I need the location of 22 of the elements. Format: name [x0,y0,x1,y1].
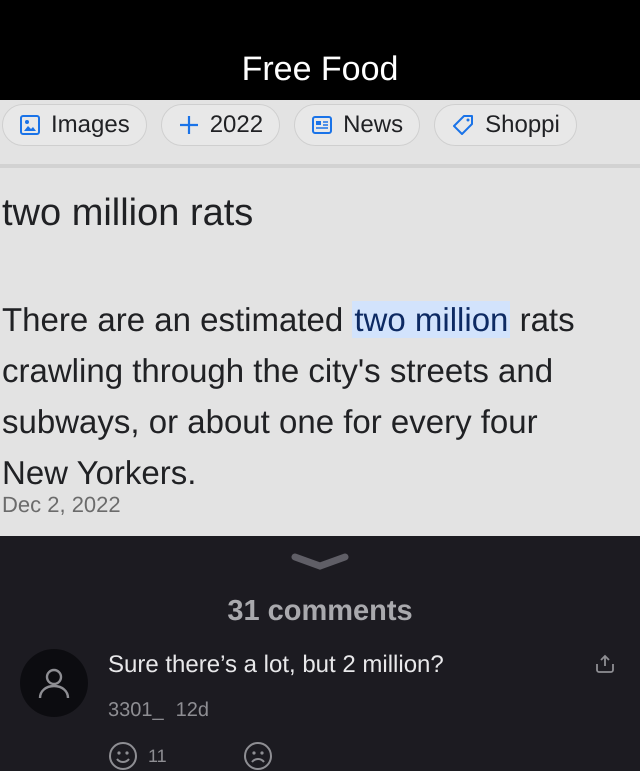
filter-chip[interactable]: 2022 [160,104,280,146]
comment-age: 12d [176,698,209,723]
newspaper-icon [311,114,334,136]
result-date: Dec 2, 2022 [2,494,122,516]
tag-icon [451,113,476,138]
comment-author[interactable]: 3301_ [108,695,164,725]
frown-icon[interactable] [242,741,273,771]
share-icon[interactable] [594,653,616,675]
user-icon [37,666,71,700]
comment-text: Sure there’s a lot, but 2 million? [108,650,444,680]
result-snippet: There are an estimated two million rats crawling through the city's streets and subways, or about one for every four New Yorkers. [2,300,576,493]
like-count: 11 [148,744,167,768]
plus-icon [178,114,200,136]
filter-chip[interactable]: Shoppi [434,104,577,146]
filter-chip[interactable]: Images [2,104,147,146]
image-icon [19,114,41,136]
comments-count: 31 comments [227,594,413,628]
result-heading: two million rats [2,191,254,236]
collapse-handle-icon[interactable] [291,552,349,572]
post-title: Free Food [242,52,398,86]
filter-chip[interactable]: News [294,104,420,146]
smile-icon[interactable] [108,741,138,771]
